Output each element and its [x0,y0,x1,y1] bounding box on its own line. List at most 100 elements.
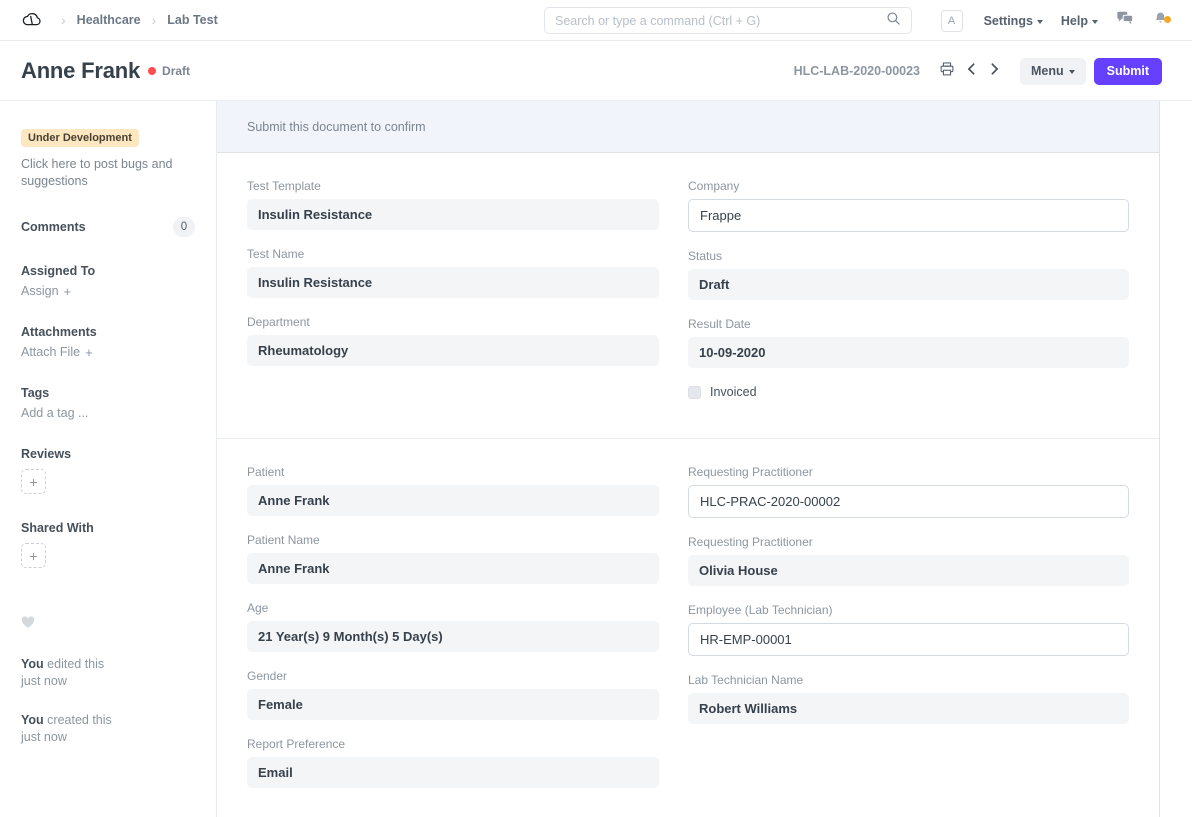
activity-created-actor: You [21,713,44,727]
field-department-label: Department [247,315,659,329]
plus-icon: + [64,285,72,298]
activity-edited-action: edited this [44,657,104,671]
breadcrumb-healthcare[interactable]: Healthcare [77,13,141,27]
section2-left-column: Patient Anne Frank Patient Name Anne Fra… [247,465,688,805]
field-requesting-practitioner-name: Requesting Practitioner Olivia House [688,535,1129,586]
invoiced-label: Invoiced [710,385,757,399]
activity-created: You created this just now [21,712,195,746]
field-test-template: Test Template Insulin Resistance [247,179,659,230]
activity-edited-time: just now [21,674,67,688]
field-patient-name-label: Patient Name [247,533,659,547]
field-invoiced[interactable]: Invoiced [688,385,1129,399]
search-box[interactable] [544,7,912,34]
field-test-name-value: Insulin Resistance [247,267,659,298]
frappe-cloud-logo-icon[interactable] [18,7,44,33]
body: Under Development Click here to post bug… [0,101,1192,817]
add-tag-label: Add a tag ... [21,406,88,420]
attach-file-label: Attach File [21,345,80,359]
help-menu[interactable]: Help [1052,14,1107,28]
next-document-button[interactable] [983,62,1006,81]
bug-report-link[interactable]: Click here to post bugs and suggestions [21,156,195,190]
section2-right-column: Requesting Practitioner Requesting Pract… [688,465,1129,805]
search-icon[interactable] [886,11,901,31]
shared-with-label: Shared With [21,521,94,535]
field-patient-value: Anne Frank [247,485,659,516]
field-company-input[interactable] [688,199,1129,232]
activity-created-action: created this [44,713,112,727]
field-result-date-label: Result Date [688,317,1129,331]
page-title: Anne Frank [21,58,140,84]
field-requesting-practitioner-name-value: Olivia House [688,555,1129,586]
heart-icon [21,616,35,633]
breadcrumb-lab-test[interactable]: Lab Test [167,13,217,27]
chevron-down-icon-2 [1092,20,1098,24]
chat-icon [1116,9,1134,32]
field-test-template-value: Insulin Resistance [247,199,659,230]
field-age: Age 21 Year(s) 9 Month(s) 5 Day(s) [247,601,659,652]
field-lab-technician-name: Lab Technician Name Robert Williams [688,673,1129,724]
field-lab-technician-name-value: Robert Williams [688,693,1129,724]
notifications-button[interactable] [1143,10,1178,32]
avatar[interactable]: A [941,10,963,32]
field-company: Company [688,179,1129,232]
field-employee-lab-technician-label: Employee (Lab Technician) [688,603,1129,617]
add-review-button[interactable]: + [21,469,46,494]
section-test-details: Test Template Insulin Resistance Test Na… [217,153,1159,439]
field-age-label: Age [247,601,659,615]
add-shared-with-button[interactable]: + [21,543,46,568]
field-employee-lab-technician: Employee (Lab Technician) [688,603,1129,656]
invoiced-checkbox[interactable] [688,386,701,399]
field-requesting-practitioner-id: Requesting Practitioner [688,465,1129,518]
field-report-preference: Report Preference Email [247,737,659,788]
add-tag-button[interactable]: Add a tag ... [21,406,195,420]
help-label: Help [1061,14,1088,28]
field-lab-technician-name-label: Lab Technician Name [688,673,1129,687]
section-patient-details: Patient Anne Frank Patient Name Anne Fra… [217,439,1159,817]
field-patient-label: Patient [247,465,659,479]
printer-icon [939,61,955,82]
status-label: Draft [162,64,190,78]
field-company-label: Company [688,179,1129,193]
sidebar-reviews-row: Reviews [21,447,195,461]
submit-hint-text: Submit this document to confirm [247,120,426,134]
tags-label: Tags [21,386,49,400]
sidebar-attachments-row: Attachments [21,325,195,339]
sidebar-assigned-to-row: Assigned To [21,264,195,278]
assign-button[interactable]: Assign + [21,284,195,298]
field-status-label: Status [688,249,1129,263]
plus-icon-2: + [85,346,93,359]
field-age-value: 21 Year(s) 9 Month(s) 5 Day(s) [247,621,659,652]
chat-button[interactable] [1107,9,1143,32]
sidebar-shared-with-row: Shared With [21,521,195,535]
navbar-left: › Healthcare › Lab Test [0,7,218,33]
reviews-label: Reviews [21,447,71,461]
chevron-right-icon [988,62,1001,81]
page-title-wrap: Anne Frank Draft [0,58,190,84]
breadcrumb-separator-icon: › [52,13,75,27]
breadcrumb-separator-icon-2: › [143,13,166,27]
chevron-down-icon-3 [1069,70,1075,74]
prev-document-button[interactable] [960,62,983,81]
field-employee-lab-technician-input[interactable] [688,623,1129,656]
field-test-name: Test Name Insulin Resistance [247,247,659,298]
menu-button[interactable]: Menu [1020,58,1086,85]
print-button[interactable] [934,61,960,82]
like-button[interactable] [21,616,195,634]
field-department: Department Rheumatology [247,315,659,366]
section1-right-column: Company Status Draft Result Date 10-09-2… [688,179,1129,416]
field-patient-name-value: Anne Frank [247,553,659,584]
settings-menu[interactable]: Settings [975,14,1052,28]
document-name: HLC-LAB-2020-00023 [794,64,920,78]
field-gender-value: Female [247,689,659,720]
attach-file-button[interactable]: Attach File + [21,345,195,359]
search-input[interactable] [555,14,886,28]
submit-button[interactable]: Submit [1094,58,1162,85]
field-report-preference-value: Email [247,757,659,788]
field-requesting-practitioner-id-input[interactable] [688,485,1129,518]
notification-dot [1164,16,1171,23]
assigned-to-label: Assigned To [21,264,95,278]
attachments-label: Attachments [21,325,97,339]
sidebar-comments-row[interactable]: Comments 0 [21,217,195,237]
field-requesting-practitioner-name-label: Requesting Practitioner [688,535,1129,549]
field-requesting-practitioner-id-label: Requesting Practitioner [688,465,1129,479]
